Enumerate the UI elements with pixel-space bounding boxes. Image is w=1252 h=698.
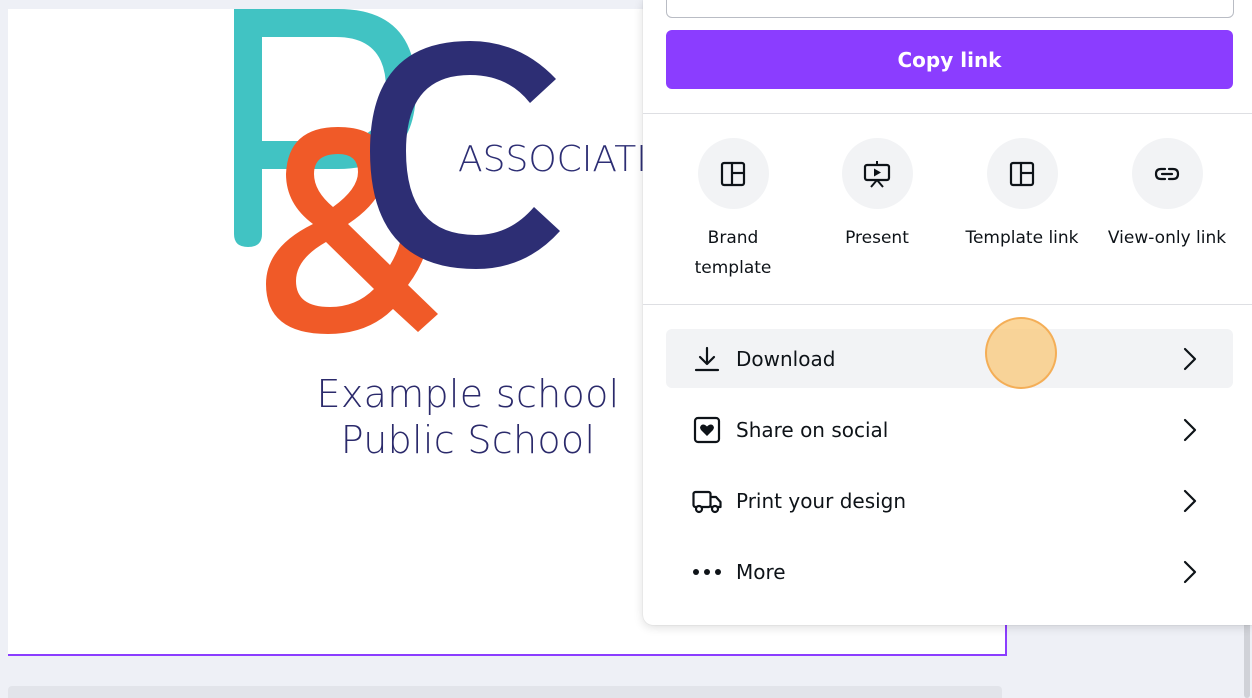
present-icon	[841, 138, 913, 209]
divider	[643, 113, 1252, 114]
chevron-right-icon	[1180, 418, 1200, 442]
download-menu-item[interactable]: Download	[666, 329, 1233, 388]
template-link-label: Template link	[965, 228, 1079, 248]
brand-template-label: Brand template	[694, 228, 772, 278]
share-link-field[interactable]	[666, 0, 1234, 18]
download-label: Download	[736, 346, 836, 371]
click-indicator	[985, 317, 1057, 389]
school-name-text: Example school Public School	[308, 371, 628, 463]
chevron-right-icon	[1180, 489, 1200, 513]
view-only-link-label: View-only link	[1107, 228, 1227, 248]
share-panel: Copy link Brand template Present Templat…	[643, 0, 1252, 625]
chevron-right-icon	[1180, 347, 1200, 371]
download-icon	[692, 344, 722, 374]
divider	[643, 304, 1252, 305]
share-on-social-label: Share on social	[736, 417, 889, 442]
page-thumbnail-bar[interactable]	[8, 686, 1002, 698]
quick-actions: Brand template Present Template link Vie…	[643, 138, 1252, 288]
more-dots-icon	[692, 557, 722, 587]
template-link-icon	[986, 138, 1058, 209]
scrollbar[interactable]	[1244, 622, 1250, 698]
template-link-button[interactable]: Template link	[957, 138, 1087, 253]
school-line-1: Example school	[316, 372, 620, 416]
more-menu-item[interactable]: More	[666, 542, 1233, 601]
logo-word: ASSOCIATIO	[458, 139, 648, 180]
school-line-2: Public School	[340, 418, 596, 462]
link-icon	[1131, 138, 1203, 209]
print-your-design-menu-item[interactable]: Print your design	[666, 471, 1233, 530]
heart-icon	[692, 415, 722, 445]
pc-association-logo: ASSOCIATIO	[234, 9, 648, 334]
present-button[interactable]: Present	[812, 138, 942, 253]
share-on-social-menu-item[interactable]: Share on social	[666, 400, 1233, 459]
present-label: Present	[845, 228, 909, 248]
chevron-right-icon	[1180, 560, 1200, 584]
brand-template-icon	[697, 138, 769, 209]
print-your-design-label: Print your design	[736, 488, 907, 513]
more-label: More	[736, 559, 786, 584]
brand-template-button[interactable]: Brand template	[668, 138, 798, 283]
view-only-link-button[interactable]: View-only link	[1102, 138, 1232, 253]
truck-icon	[692, 486, 722, 516]
copy-link-button[interactable]: Copy link	[666, 30, 1233, 89]
